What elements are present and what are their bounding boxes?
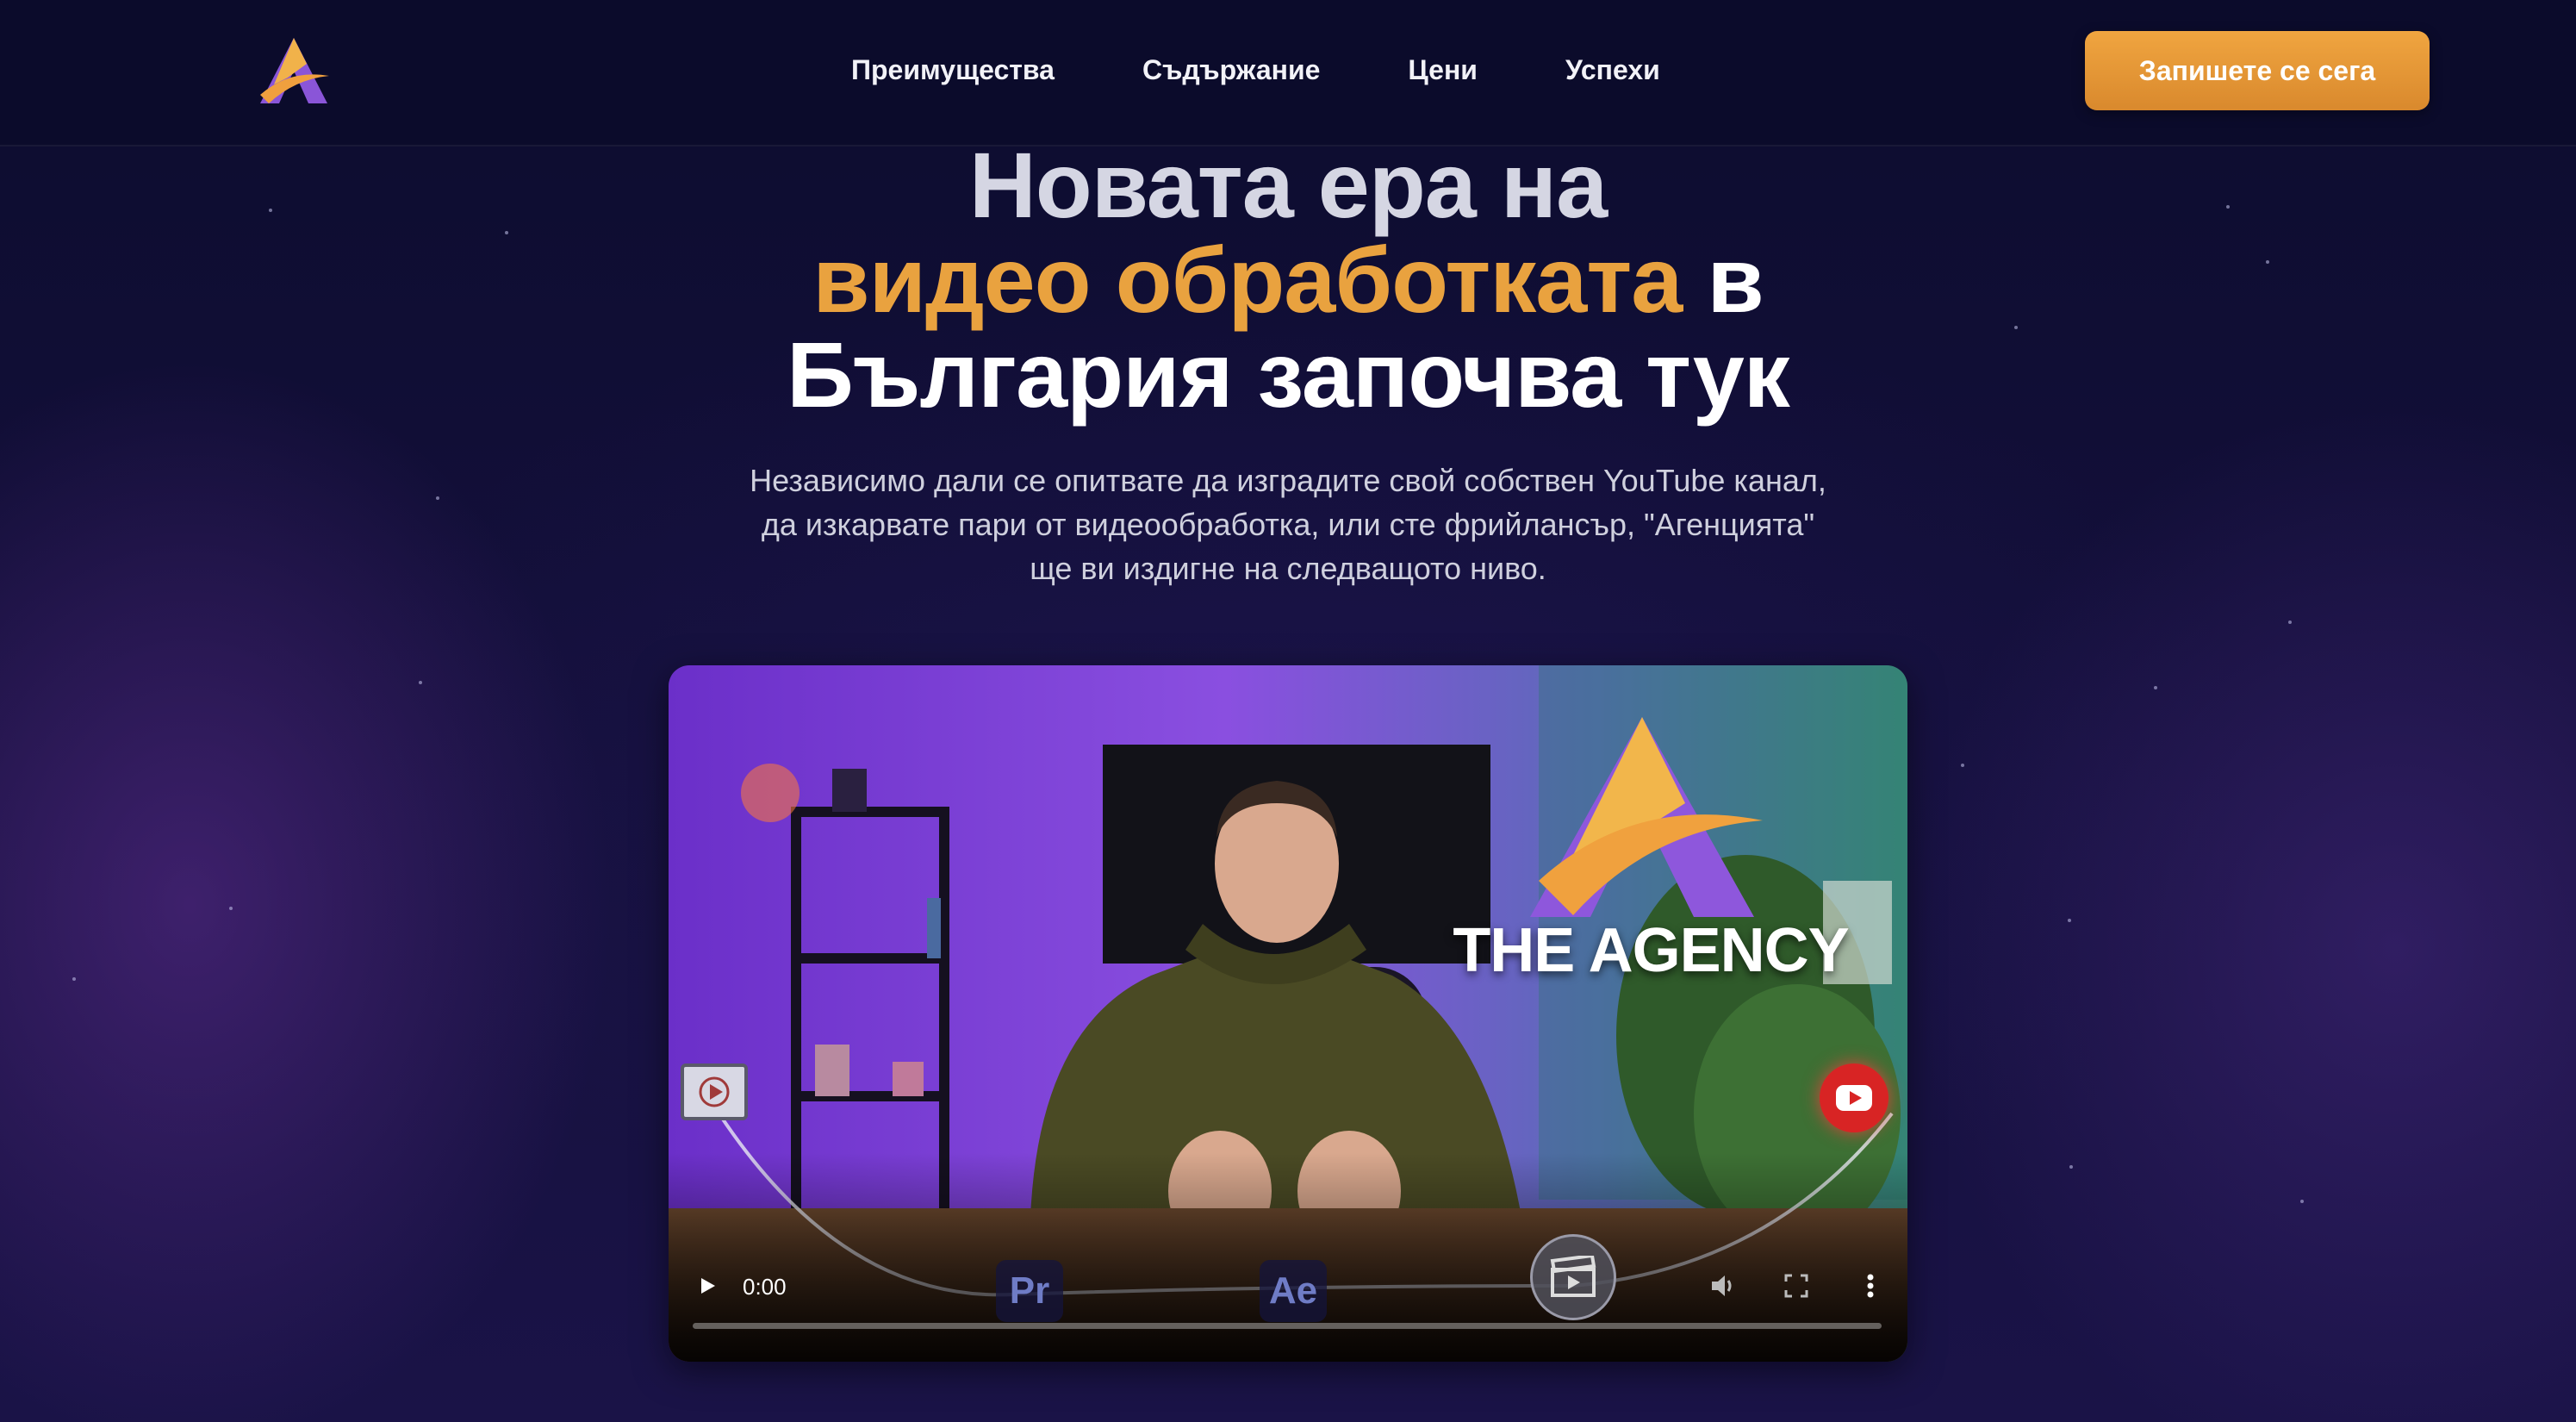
hero-title-accent: видео обработката [812,228,1683,332]
hero-title-line2: видео обработката в [0,233,2576,327]
top-navbar: Преимущества Съдържание Цени Успехи Запи… [0,0,2576,147]
nav-link-prices[interactable]: Цени [1408,50,1478,90]
hero-subtitle: Независимо дали се опитвате да изградите… [750,463,1826,586]
background-star [2068,919,2071,922]
signup-button[interactable]: Запишете се сега [2085,31,2430,110]
background-star [2069,1165,2073,1169]
background-star [2300,1200,2304,1203]
nav-link-advantages[interactable]: Преимущества [851,50,1055,90]
video-player[interactable]: THE AGENCY Pr Ae 0:00 [669,665,1907,1362]
background-star [1961,764,1964,767]
nav-link-content[interactable]: Съдържание [1142,50,1320,90]
background-star [2154,686,2157,689]
clapperboard-icon [1530,1234,1616,1320]
background-star [72,977,76,981]
background-star [419,681,422,684]
background-star [2288,621,2292,624]
video-progress-bar[interactable] [693,1323,1882,1329]
volume-icon[interactable] [1708,1271,1737,1300]
background-star [436,496,439,500]
play-button[interactable] [694,1273,720,1299]
more-options-icon[interactable] [1857,1271,1883,1300]
nav-links: Преимущества Съдържание Цени Успехи [851,50,1660,90]
hero-title: Новата ера на видео обработката в Българ… [0,138,2576,422]
premiere-pro-icon: Pr [996,1260,1063,1322]
background-star [229,907,233,910]
after-effects-icon: Ae [1260,1260,1327,1322]
video-current-time: 0:00 [743,1274,787,1300]
film-play-icon [681,1063,748,1120]
fullscreen-icon[interactable] [1782,1271,1811,1300]
youtube-icon [1820,1063,1888,1132]
hero-title-line1: Новата ера на [968,133,1608,237]
video-brand-text: THE AGENCY [1453,916,1849,985]
hero-title-line3: България започва тук [787,322,1790,427]
hero-title-line2-rest: в [1682,228,1764,332]
video-thumbnail [669,665,1907,1362]
agency-logo-icon[interactable] [255,34,333,107]
nav-link-successes[interactable]: Успехи [1565,50,1660,90]
